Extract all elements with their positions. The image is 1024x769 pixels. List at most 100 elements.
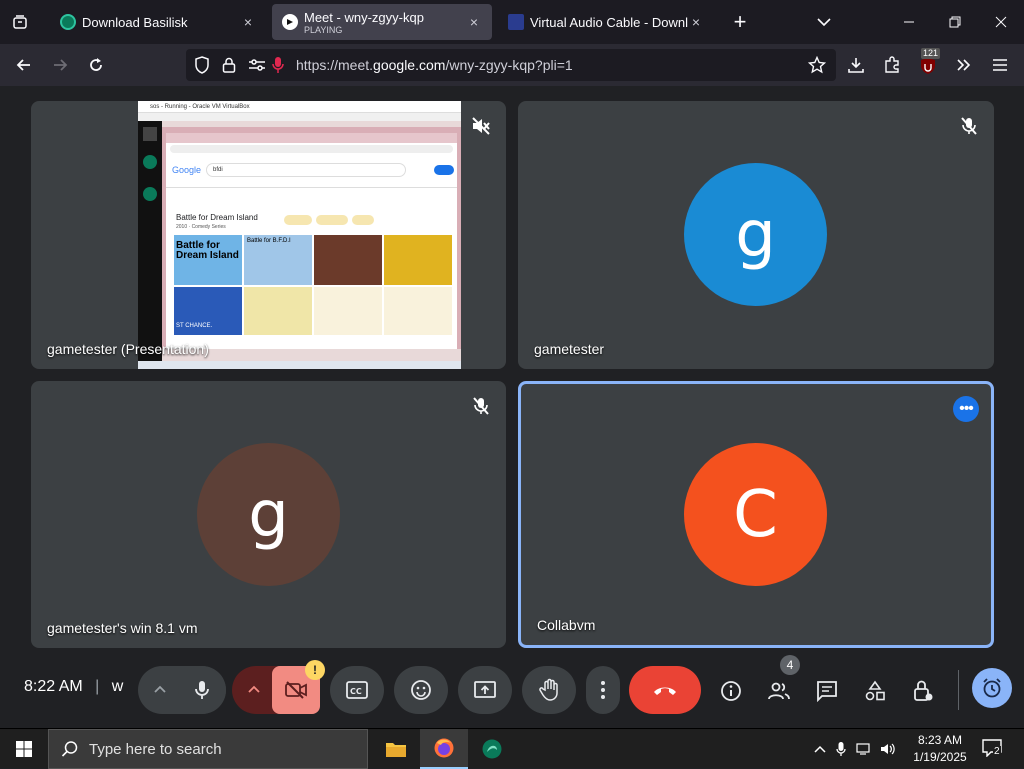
vm-browser-tabs (166, 133, 457, 143)
chat-icon (817, 681, 837, 702)
vac-favicon-icon (508, 14, 524, 30)
chevron-up-icon[interactable] (814, 744, 826, 754)
more-actions-button[interactable] (586, 666, 620, 714)
hamburger-menu-icon (993, 59, 1007, 71)
microphone-active-icon[interactable] (272, 56, 284, 74)
result-subtitle: 2010 · Comedy Series (176, 224, 226, 230)
basilisk-taskbar-button[interactable] (468, 729, 516, 769)
blocked-count-badge: 121 (921, 48, 941, 59)
participant-tile-win81-vm[interactable]: g gametester's win 8.1 vm (31, 381, 506, 648)
audio-options-button[interactable] (144, 666, 176, 714)
reactions-button[interactable] (394, 666, 448, 714)
result-chip (352, 215, 374, 225)
lock-icon[interactable] (222, 57, 236, 73)
url-bar[interactable]: https://meet.google.com/wny-zgyy-kqp?pli… (186, 49, 836, 81)
reload-button[interactable] (80, 49, 112, 81)
action-center-button[interactable]: 2 (982, 739, 1006, 759)
meet-stage: sos - Running - Oracle VM VirtualBox Goo… (0, 86, 1024, 662)
volume-icon[interactable] (880, 742, 896, 756)
list-all-tabs-icon[interactable] (812, 12, 836, 32)
participant-tile-gametester[interactable]: g gametester (518, 101, 994, 369)
puzzle-icon (885, 56, 899, 73)
leave-call-button[interactable] (629, 666, 701, 714)
chevron-up-icon (248, 685, 260, 693)
timer-button[interactable] (972, 668, 1012, 708)
windows-taskbar: Type here to search 8:23 AM 1/19/2025 2 (0, 728, 1024, 769)
participant-tile-collabvm[interactable]: C ••• Collabvm (518, 381, 994, 648)
arrow-left-icon (16, 59, 30, 71)
taskbar-search-box[interactable]: Type here to search (48, 729, 368, 769)
present-screen-button[interactable] (458, 666, 512, 714)
tab-list-button[interactable] (0, 0, 40, 44)
hand-icon (539, 678, 558, 701)
video-options-button[interactable] (238, 666, 270, 714)
bfdi-thumbnail (314, 235, 382, 285)
closed-captions-icon: CC (346, 681, 368, 699)
activities-button[interactable] (860, 676, 890, 706)
microphone-button[interactable] (178, 666, 226, 714)
more-options-button[interactable]: ••• (953, 396, 979, 422)
tab-close-icon[interactable]: × (688, 14, 704, 30)
google-search-box: bfdi (206, 163, 406, 177)
microphone-tray-icon[interactable] (836, 741, 846, 757)
chevron-up-icon (154, 685, 166, 693)
new-tab-button[interactable]: + (726, 8, 754, 36)
forward-button[interactable] (44, 49, 76, 81)
overflow-menu-button[interactable] (948, 49, 980, 81)
network-icon[interactable] (856, 742, 872, 756)
minimize-button[interactable] (886, 0, 932, 44)
participant-tile-presentation[interactable]: sos - Running - Oracle VM VirtualBox Goo… (31, 101, 506, 369)
chat-button[interactable] (812, 676, 842, 706)
tab-close-icon[interactable]: × (466, 14, 482, 30)
app-menu-button[interactable] (984, 49, 1016, 81)
restore-button[interactable] (932, 0, 978, 44)
basilisk-desktop-icon (143, 155, 157, 169)
back-button[interactable] (8, 49, 40, 81)
vm-taskbar (138, 361, 461, 369)
meeting-details-button[interactable] (716, 676, 746, 706)
participant-name: gametester's win 8.1 vm (47, 620, 198, 636)
microphone-icon (195, 681, 209, 699)
tab-close-icon[interactable]: × (240, 14, 256, 30)
close-window-button[interactable] (978, 0, 1024, 44)
controls-divider (958, 670, 959, 710)
permissions-icon[interactable] (248, 58, 266, 72)
result-chip (316, 215, 348, 225)
captions-button[interactable]: CC (330, 666, 384, 714)
shield-icon[interactable] (194, 56, 210, 74)
downloads-button[interactable] (840, 49, 872, 81)
google-results-page: Google bfdi Battle for Dream Island 2010… (166, 143, 457, 349)
tab-virtual-audio-cable[interactable]: Virtual Audio Cable - Downloa × (498, 4, 714, 40)
people-button[interactable] (764, 676, 794, 706)
audio-control-group (138, 666, 226, 714)
file-explorer-taskbar-button[interactable] (372, 729, 420, 769)
start-button[interactable] (0, 729, 48, 769)
hang-up-icon (654, 687, 676, 695)
tab-playing-status: PLAYING (304, 24, 343, 35)
bfdi-info-card (314, 287, 382, 335)
search-icon (61, 741, 78, 757)
present-screen-icon (474, 681, 496, 698)
extensions-button[interactable] (876, 49, 908, 81)
tab-meet[interactable]: Meet - wny-zgyy-kqp PLAYING × (272, 4, 492, 40)
bookmark-star-icon[interactable] (808, 56, 826, 74)
vm-desktop-icons (138, 121, 162, 369)
restore-icon (949, 16, 961, 28)
minimize-icon (904, 21, 914, 23)
meeting-time: 8:22 AM (24, 678, 83, 695)
taskbar-clock[interactable]: 8:23 AM 1/19/2025 (905, 732, 975, 766)
vm-browser-window: Google bfdi Battle for Dream Island 2010… (162, 127, 461, 349)
ublock-extension-button[interactable]: 121 (912, 48, 944, 81)
tab-download-basilisk[interactable]: Download Basilisk × (50, 4, 266, 40)
basilisk-desktop-icon-2 (143, 187, 157, 201)
result-title: Battle for Dream Island (176, 213, 258, 222)
url-text: https://meet.google.com/wny-zgyy-kqp?pli… (296, 57, 573, 73)
raise-hand-button[interactable] (522, 666, 576, 714)
bfdi-info-card (384, 287, 452, 335)
host-controls-button[interactable] (908, 676, 938, 706)
vm-address-bar (170, 145, 453, 153)
bfdi-thumbnail: Battle for B.F.D.I (244, 235, 312, 285)
firefox-taskbar-button[interactable] (420, 729, 468, 769)
windows-logo-icon (16, 741, 32, 757)
participant-name: gametester (Presentation) (47, 341, 209, 357)
